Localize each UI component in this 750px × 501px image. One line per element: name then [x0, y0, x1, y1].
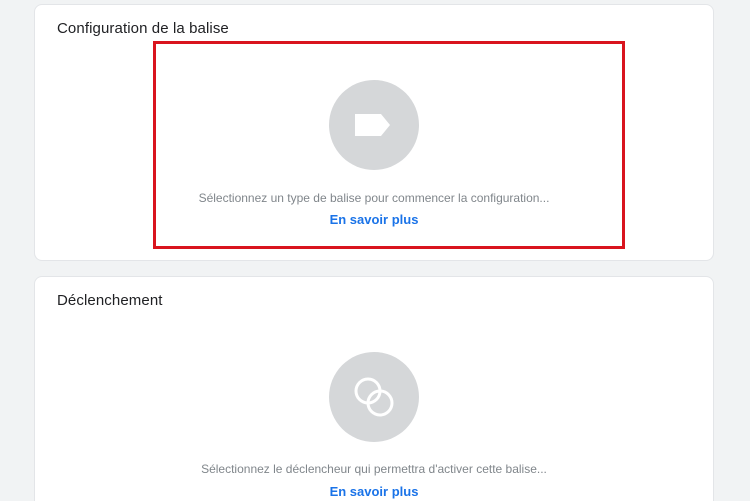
triggering-card[interactable]: Déclenchement Sélectionnez le déclencheu… — [34, 276, 714, 501]
tag-type-placeholder[interactable] — [329, 80, 419, 170]
trigger-learn-more-link[interactable]: En savoir plus — [35, 484, 713, 499]
tag-learn-more-label[interactable]: En savoir plus — [330, 212, 419, 227]
tag-learn-more-link[interactable]: En savoir plus — [35, 212, 713, 227]
triggering-description: Sélectionnez le déclencheur qui permettr… — [201, 462, 547, 476]
tag-configuration-card[interactable]: Configuration de la balise Sélectionnez … — [34, 4, 714, 261]
triggering-title: Déclenchement — [57, 292, 163, 309]
trigger-icon — [354, 377, 394, 417]
page: Configuration de la balise Sélectionnez … — [0, 0, 750, 501]
tag-icon — [355, 114, 390, 136]
tag-configuration-description: Sélectionnez un type de balise pour comm… — [198, 191, 550, 205]
trigger-placeholder[interactable] — [329, 352, 419, 442]
trigger-learn-more-label[interactable]: En savoir plus — [330, 484, 419, 499]
tag-configuration-title: Configuration de la balise — [57, 20, 229, 37]
